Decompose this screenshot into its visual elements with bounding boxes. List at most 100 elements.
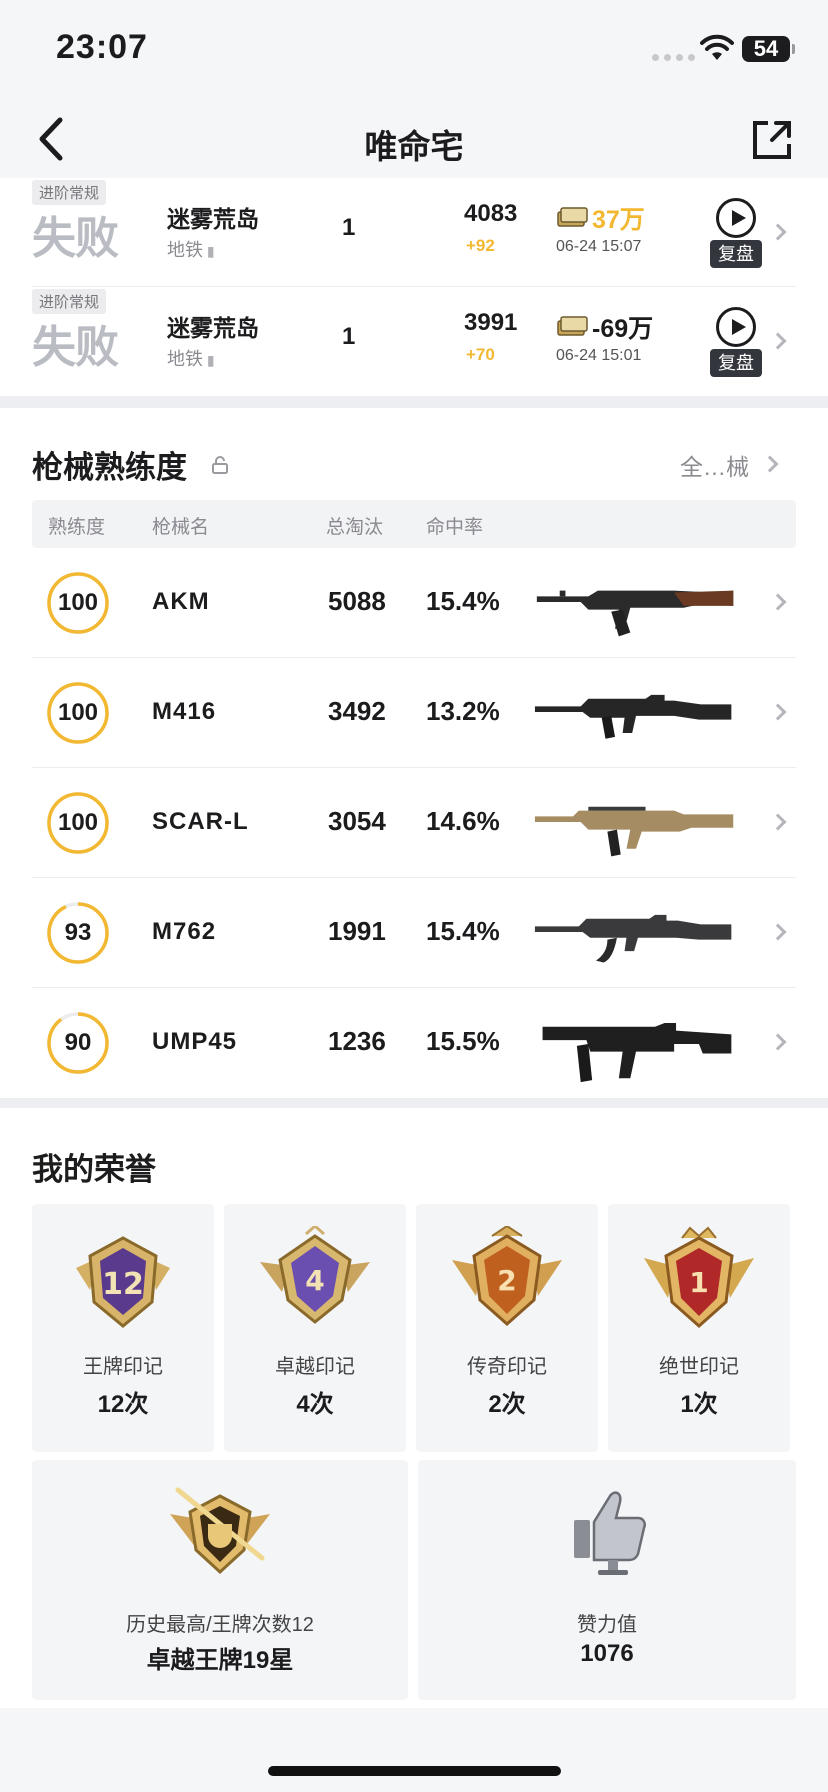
section-divider bbox=[0, 1098, 828, 1108]
weapon-accuracy: 15.4% bbox=[426, 916, 500, 946]
weapon-name: SCAR-L bbox=[152, 808, 249, 835]
home-indicator[interactable] bbox=[268, 1766, 561, 1776]
match-history: 进阶常规 失败 迷雾荒岛 地铁 ▮ 1 4083 +92 37万 06-24 1… bbox=[0, 178, 828, 396]
section-divider bbox=[0, 396, 828, 408]
svg-text:1: 1 bbox=[689, 1266, 708, 1299]
svg-text:2: 2 bbox=[497, 1264, 516, 1297]
chevron-right-icon bbox=[769, 703, 787, 721]
proficiency-value: 100 bbox=[57, 809, 99, 836]
money-change: -69万 bbox=[592, 315, 654, 343]
replay-icon bbox=[716, 307, 756, 347]
replay-label: 复盘 bbox=[710, 240, 762, 268]
honor-label: 王牌印记 bbox=[83, 1356, 163, 1378]
honor-value: 1次 bbox=[680, 1391, 718, 1418]
weapon-accuracy: 13.2% bbox=[426, 696, 500, 726]
weapon-row[interactable]: 100 AKM 5088 15.4% bbox=[32, 548, 796, 658]
honor-card-likes[interactable]: 赞力值 1076 bbox=[418, 1460, 796, 1700]
honor-card-peerless[interactable]: 1 绝世印记 1次 bbox=[608, 1204, 790, 1452]
weapon-row[interactable]: 90 UMP45 1236 15.5% bbox=[32, 988, 796, 1098]
honor-value: 12次 bbox=[97, 1391, 149, 1418]
honor-value: 1076 bbox=[580, 1640, 634, 1667]
match-score: 3991 bbox=[464, 309, 518, 336]
honor-label: 卓越印记 bbox=[275, 1356, 355, 1378]
weapon-accuracy: 14.6% bbox=[426, 806, 500, 836]
person-icon: ▮ bbox=[203, 243, 215, 259]
money-change: 37万 bbox=[592, 206, 645, 234]
signal-icon bbox=[652, 54, 695, 61]
chevron-right-icon bbox=[769, 223, 787, 241]
honor-label: 传奇印记 bbox=[467, 1356, 547, 1378]
page-title: 唯命宅 bbox=[364, 128, 464, 165]
section-title: 我的荣誉 bbox=[32, 1152, 156, 1187]
share-icon[interactable] bbox=[750, 118, 794, 162]
weapon-row[interactable]: 100 SCAR-L 3054 14.6% bbox=[32, 768, 796, 878]
money-icon bbox=[557, 207, 588, 227]
weapon-kills: 3492 bbox=[328, 696, 386, 726]
replay-label: 复盘 bbox=[710, 349, 762, 377]
match-date: 06-24 15:01 bbox=[556, 347, 642, 364]
proficiency-value: 100 bbox=[57, 589, 99, 616]
weapon-name: AKM bbox=[152, 588, 210, 615]
weapon-kills: 1991 bbox=[328, 916, 386, 946]
replay-icon bbox=[716, 198, 756, 238]
weapon-kills: 1236 bbox=[328, 1026, 386, 1056]
col-name: 枪械名 bbox=[152, 517, 210, 538]
match-score: 4083 bbox=[464, 200, 518, 227]
table-header: 熟练度 枪械名 总淘汰 命中率 bbox=[32, 500, 796, 548]
proficiency-value: 100 bbox=[57, 699, 99, 726]
honor-card-highest-tier[interactable]: 历史最高/王牌次数12 卓越王牌19星 bbox=[32, 1460, 408, 1700]
all-weapons-link[interactable]: 全…械 bbox=[680, 448, 749, 482]
ump45-smg-icon bbox=[542, 1022, 732, 1083]
svg-text:4: 4 bbox=[305, 1264, 324, 1297]
chevron-right-icon bbox=[769, 332, 787, 350]
col-accuracy: 命中率 bbox=[426, 517, 484, 538]
akm-rifle-icon bbox=[536, 590, 734, 637]
map-sub: 地铁 ▮ bbox=[167, 349, 215, 369]
honors-section: 我的荣誉 12 王牌印记 12次 4 卓越印记 4次 2 传奇印记 2次 1 绝… bbox=[0, 1108, 828, 1708]
match-row[interactable]: 进阶常规 失败 迷雾荒岛 地铁 ▮ 1 4083 +92 37万 06-24 1… bbox=[32, 178, 796, 288]
match-result: 失败 bbox=[32, 213, 119, 264]
thumbs-up-icon bbox=[574, 1491, 646, 1575]
weapon-accuracy: 15.5% bbox=[426, 1026, 500, 1056]
section-title: 枪械熟练度 bbox=[32, 450, 187, 485]
weapon-name: M762 bbox=[152, 918, 217, 945]
honor-card-legend[interactable]: 2 传奇印记 2次 bbox=[416, 1204, 598, 1452]
proficiency-value: 90 bbox=[64, 1029, 92, 1056]
person-icon: ▮ bbox=[203, 352, 215, 368]
chevron-right-icon bbox=[769, 1033, 787, 1051]
match-result: 失败 bbox=[32, 322, 119, 373]
ace-badge-icon: 12 bbox=[76, 1236, 170, 1328]
chevron-right-icon bbox=[769, 593, 787, 611]
honor-label: 历史最高/王牌次数12 bbox=[126, 1614, 314, 1636]
map-name: 迷雾荒岛 bbox=[167, 315, 259, 341]
honor-value: 卓越王牌19星 bbox=[146, 1647, 294, 1674]
honor-card-ace[interactable]: 12 王牌印记 12次 bbox=[32, 1204, 214, 1452]
score-delta: +70 bbox=[466, 345, 495, 364]
replay-button[interactable]: 复盘 bbox=[708, 307, 764, 379]
weapon-row[interactable]: 100 M416 3492 13.2% bbox=[32, 658, 796, 768]
honor-value: 2次 bbox=[488, 1391, 526, 1418]
weapon-name: M416 bbox=[152, 698, 217, 725]
replay-button[interactable]: 复盘 bbox=[708, 198, 764, 270]
match-rank: 1 bbox=[342, 214, 356, 241]
money-icon bbox=[557, 316, 588, 336]
weapon-name: UMP45 bbox=[152, 1028, 238, 1055]
col-kills: 总淘汰 bbox=[326, 517, 384, 538]
svg-text:12: 12 bbox=[102, 1267, 144, 1302]
chevron-right-icon bbox=[769, 813, 787, 831]
m416-rifle-icon bbox=[534, 694, 732, 739]
honor-label: 赞力值 bbox=[577, 1614, 637, 1636]
nav-bar: 唯命宅 bbox=[0, 100, 828, 184]
trophy-badge-icon bbox=[170, 1487, 270, 1575]
lock-icon[interactable] bbox=[212, 456, 228, 474]
scar-l-rifle-icon bbox=[534, 806, 734, 857]
weapon-proficiency-section: 枪械熟练度 全…械 熟练度 枪械名 总淘汰 命中率 100 AKM 5088 15.4… bbox=[0, 408, 828, 1098]
weapon-accuracy: 15.4% bbox=[426, 586, 500, 616]
match-rank: 1 bbox=[342, 323, 356, 350]
weapon-row[interactable]: 93 M762 1991 15.4% bbox=[32, 878, 796, 988]
chevron-right-icon bbox=[761, 455, 779, 473]
clock: 23:07 bbox=[56, 28, 148, 66]
honor-value: 4次 bbox=[296, 1391, 334, 1418]
honor-card-elite[interactable]: 4 卓越印记 4次 bbox=[224, 1204, 406, 1452]
match-row[interactable]: 进阶常规 失败 迷雾荒岛 地铁 ▮ 1 3991 +70 -69万 06-24 … bbox=[32, 286, 796, 396]
